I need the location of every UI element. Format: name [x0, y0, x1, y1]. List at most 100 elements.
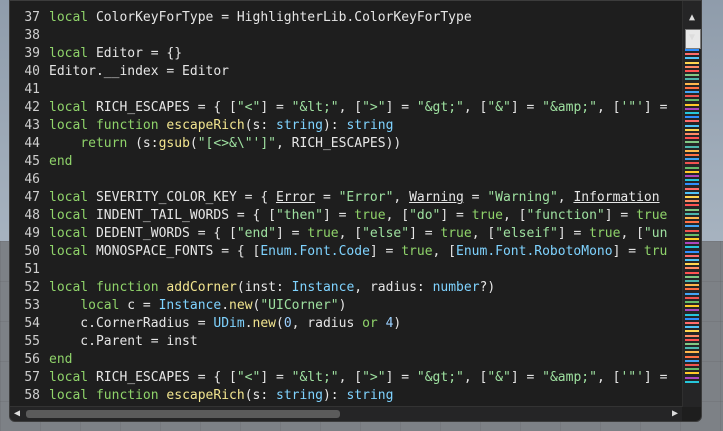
horizontal-scrollbar[interactable]: ◀ ▶ — [10, 406, 682, 421]
code-line[interactable]: 52 local function addCorner(inst: Instanc… — [10, 279, 682, 297]
line-number: 41 — [24, 82, 40, 97]
code-line[interactable]: 48 local INDENT_TAIL_WORDS = { ["then"] =… — [10, 207, 682, 225]
scroll-marker — [685, 275, 699, 278]
line-number: 47 — [24, 190, 40, 205]
scroll-marker — [685, 229, 699, 232]
scroll-marker — [685, 326, 699, 329]
line-text[interactable]: c.CornerRadius = UDim.new(0, radius or 4… — [40, 315, 401, 333]
scroll-marker — [685, 334, 699, 337]
code-editor[interactable]: 37 local ColorKeyForType = HighlighterLib… — [9, 0, 702, 422]
scroll-marker — [685, 145, 699, 148]
scroll-marker — [685, 196, 699, 198]
horizontal-scroll-thumb[interactable] — [26, 410, 340, 418]
line-number: 54 — [24, 316, 40, 331]
code-line[interactable]: 45 end — [10, 153, 682, 171]
scroll-marker — [685, 359, 699, 362]
line-text[interactable] — [40, 261, 49, 279]
scroll-marker — [685, 120, 699, 123]
line-number: 37 — [24, 10, 40, 25]
line-text[interactable]: local INDENT_TAIL_WORDS = { ["then"] = t… — [40, 207, 667, 225]
scroll-marker — [685, 65, 699, 68]
code-line[interactable]: 39 local Editor = {} — [10, 45, 682, 63]
code-line[interactable]: 46 — [10, 171, 682, 189]
scroll-marker — [685, 78, 699, 81]
code-line[interactable]: 41 — [10, 81, 682, 99]
line-text[interactable]: local ColorKeyForType = HighlighterLib.C… — [40, 9, 472, 27]
code-line[interactable]: 56 end — [10, 351, 682, 369]
scroll-marker — [685, 351, 699, 354]
left-arrow-icon[interactable]: ◀ — [10, 407, 24, 421]
scroll-marker — [685, 254, 699, 257]
code-line[interactable]: 53 local c = Instance.new("UICorner") — [10, 297, 682, 315]
right-arrow-icon[interactable]: ▶ — [668, 407, 682, 421]
scroll-marker — [685, 166, 699, 169]
code-line[interactable]: 42 local RICH_ESCAPES = { ["<"] = "&lt;",… — [10, 99, 682, 117]
scroll-marker — [685, 267, 699, 270]
code-line[interactable]: 47 local SEVERITY_COLOR_KEY = { Error = "… — [10, 189, 682, 207]
line-text[interactable]: local c = Instance.new("UICorner") — [40, 297, 346, 315]
line-text[interactable] — [40, 81, 49, 99]
scroll-marker — [685, 191, 699, 194]
code-line[interactable]: 55 c.Parent = inst — [10, 333, 682, 351]
code-line[interactable]: 49 local DEDENT_WORDS = { ["end"] = true,… — [10, 225, 682, 243]
scroll-marker — [685, 49, 699, 51]
line-text[interactable]: local function addCorner(inst: Instance,… — [40, 279, 495, 297]
vertical-scrollbar[interactable]: ▲ ▼ — [682, 1, 701, 407]
line-text[interactable]: end — [40, 153, 72, 171]
code-line[interactable]: 43 local function escapeRich(s: string): … — [10, 117, 682, 135]
line-text[interactable] — [40, 27, 49, 45]
scroll-marker — [685, 368, 699, 371]
scroll-marker — [685, 179, 699, 182]
line-text[interactable]: return (s:gsub("[<>&\"']", RICH_ESCAPES)… — [40, 135, 401, 153]
scroll-marker — [685, 154, 699, 156]
code-line[interactable]: 38 — [10, 27, 682, 45]
scroll-marker — [685, 107, 699, 110]
line-text[interactable]: end — [40, 351, 72, 369]
scroll-marker — [685, 212, 699, 215]
line-text[interactable]: c.Parent = inst — [40, 333, 197, 351]
line-text[interactable]: local DEDENT_WORDS = { ["end"] = true, [… — [40, 225, 667, 243]
scroll-marker — [685, 330, 699, 333]
code-area[interactable]: 37 local ColorKeyForType = HighlighterLib… — [10, 9, 682, 405]
line-number: 45 — [24, 154, 40, 169]
line-number: 53 — [24, 298, 40, 313]
code-line[interactable]: 50 local MONOSPACE_FONTS = { [Enum.Font.C… — [10, 243, 682, 261]
scroll-marker — [685, 70, 699, 72]
line-text[interactable]: local RICH_ESCAPES = { ["<"] = "&lt;", [… — [40, 99, 667, 117]
scroll-marker — [685, 372, 699, 375]
line-number: 44 — [24, 136, 40, 151]
line-text[interactable]: Editor.__index = Editor — [40, 63, 229, 81]
scroll-marker — [685, 242, 699, 245]
code-line[interactable]: 58 local function escapeRich(s: string): … — [10, 387, 682, 405]
scroll-marker — [685, 338, 699, 341]
code-line[interactable]: 44 return (s:gsub("[<>&\"']", RICH_ESCAP… — [10, 135, 682, 153]
down-arrow-icon[interactable]: ▼ — [683, 31, 701, 45]
scroll-marker — [685, 95, 699, 98]
scroll-marker — [685, 137, 699, 140]
scroll-marker — [685, 57, 699, 60]
scroll-marker — [685, 347, 699, 350]
scroll-marker — [685, 364, 699, 366]
line-number: 38 — [24, 28, 40, 43]
line-text[interactable]: local RICH_ESCAPES = { ["<"] = "&lt;", [… — [40, 369, 667, 387]
line-text[interactable]: local Editor = {} — [40, 45, 182, 63]
code-line[interactable]: 37 local ColorKeyForType = HighlighterLib… — [10, 9, 682, 27]
code-line[interactable]: 51 — [10, 261, 682, 279]
scroll-marker — [685, 233, 699, 236]
line-number: 40 — [24, 64, 40, 79]
line-text[interactable]: local SEVERITY_COLOR_KEY = { Error = "Er… — [40, 189, 660, 207]
scroll-marker — [685, 380, 699, 383]
scroll-marker — [685, 128, 699, 131]
scroll-marker — [685, 112, 699, 114]
line-number: 49 — [24, 226, 40, 241]
code-line[interactable]: 57 local RICH_ESCAPES = { ["<"] = "&lt;",… — [10, 369, 682, 387]
up-arrow-icon[interactable]: ▲ — [683, 11, 701, 25]
code-line[interactable]: 54 c.CornerRadius = UDim.new(0, radius o… — [10, 315, 682, 333]
line-text[interactable]: local MONOSPACE_FONTS = { [Enum.Font.Cod… — [40, 243, 667, 261]
line-text[interactable] — [40, 171, 49, 189]
line-text[interactable]: local function escapeRich(s: string): st… — [40, 387, 393, 405]
code-line[interactable]: 40 Editor.__index = Editor — [10, 63, 682, 81]
line-text[interactable]: local function escapeRich(s: string): st… — [40, 117, 393, 135]
scroll-marker — [685, 250, 699, 253]
scroll-marker — [685, 376, 699, 379]
